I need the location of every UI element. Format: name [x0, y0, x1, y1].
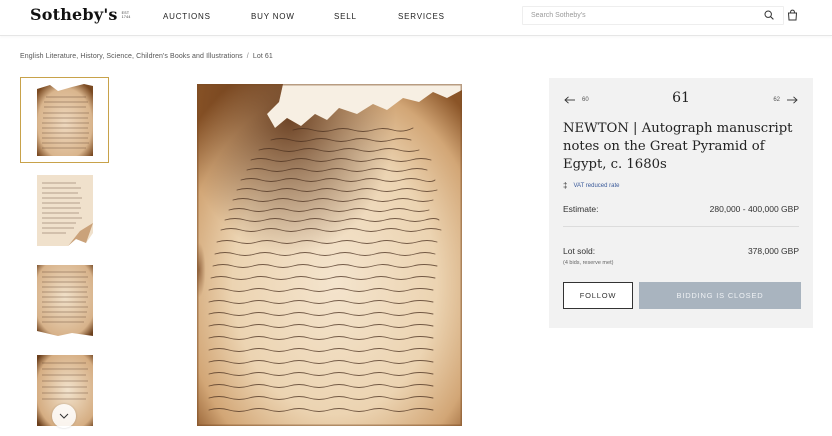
next-lot-number: 62 — [773, 97, 780, 103]
logo-est-year: 1744 — [121, 14, 131, 19]
search-placeholder: Search Sotheby's — [531, 12, 586, 19]
nav-buy-now[interactable]: BUY NOW — [251, 12, 295, 21]
bag-icon[interactable] — [787, 9, 798, 21]
logo-wordmark: Sotheby's — [30, 5, 118, 24]
chevron-down-icon — [59, 413, 69, 419]
breadcrumb-category[interactable]: English Literature, History, Science, Ch… — [20, 53, 243, 60]
bidding-closed-button: BIDDING IS CLOSED — [639, 282, 801, 309]
search-input[interactable]: Search Sotheby's — [522, 6, 784, 25]
vat-link[interactable]: VAT reduced rate — [573, 183, 619, 189]
search-icon[interactable] — [764, 10, 774, 20]
vat-info[interactable]: ‡ VAT reduced rate — [563, 181, 619, 190]
lot-panel: 60 61 62 NEWTON | Autograph manuscript n… — [549, 78, 813, 328]
breadcrumb-separator: / — [246, 53, 249, 60]
thumbnail-scroll-down-button[interactable] — [52, 404, 76, 428]
thumbnail-2[interactable] — [20, 167, 109, 253]
sothebys-logo[interactable]: Sotheby's EST 1744 — [30, 5, 131, 24]
thumbnail-3[interactable] — [20, 257, 109, 343]
panel-divider — [563, 226, 799, 227]
nav-sell[interactable]: SELL — [334, 12, 357, 21]
estimate-label: Estimate: — [563, 204, 599, 214]
thumbnail-image-1 — [36, 84, 93, 156]
thumbnail-1[interactable] — [20, 77, 109, 163]
bids-note: (4 bids, reserve met) — [563, 260, 614, 266]
manuscript-image[interactable] — [197, 84, 462, 426]
thumbnail-image-3 — [36, 265, 93, 336]
lot-sold-label: Lot sold: — [563, 246, 596, 256]
vat-symbol: ‡ — [563, 181, 568, 190]
estimate-value: 280,000 - 400,000 GBP — [709, 204, 799, 214]
follow-button[interactable]: FOLLOW — [563, 282, 633, 309]
lot-sold-value: 378,000 GBP — [747, 246, 799, 256]
breadcrumb: English Literature, History, Science, Ch… — [20, 53, 273, 60]
nav-auctions[interactable]: AUCTIONS — [163, 12, 211, 21]
nav-services[interactable]: SERVICES — [398, 12, 445, 21]
arrow-right-icon — [787, 96, 798, 104]
breadcrumb-current: Lot 61 — [252, 53, 273, 60]
lot-title: NEWTON | Autograph manuscript notes on t… — [563, 121, 793, 172]
next-lot-link[interactable]: 62 — [773, 93, 798, 107]
site-header: Sotheby's EST 1744 AUCTIONS BUY NOW SELL… — [0, 0, 832, 36]
thumbnail-image-2 — [36, 175, 93, 246]
logo-established: EST 1744 — [122, 11, 131, 19]
